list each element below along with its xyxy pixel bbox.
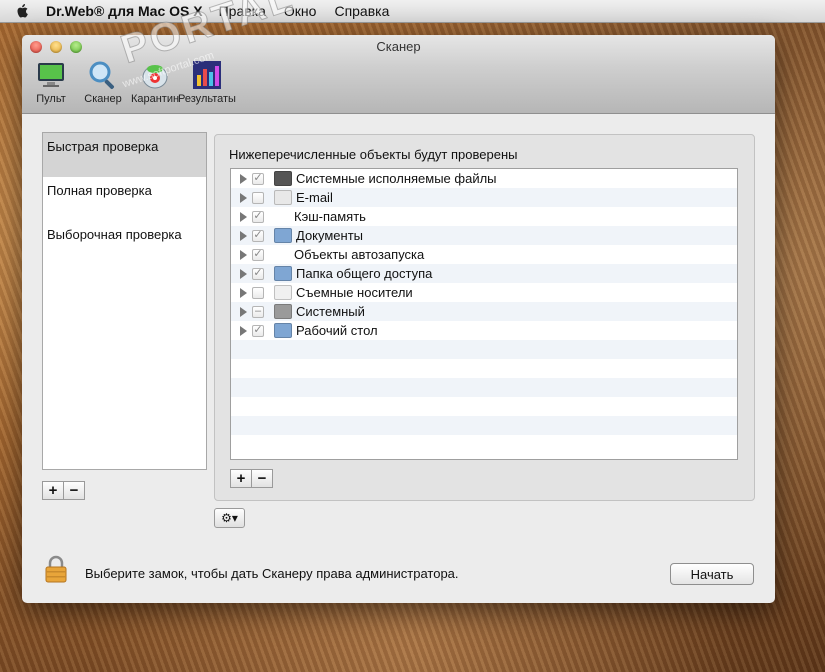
objects-list: ✓ Системные исполняемые файлы E-mail ✓ Кэш-п… [230, 168, 738, 460]
status-message: Выберите замок, чтобы дать Сканеру права… [85, 566, 459, 581]
toolbar-dashboard[interactable]: Пульт [28, 59, 74, 105]
monitor-icon [35, 59, 67, 91]
shared-folder-icon [274, 266, 292, 281]
chart-icon [191, 59, 223, 91]
add-scan-type-button[interactable]: + [42, 481, 64, 500]
object-label: Системный [296, 304, 365, 319]
object-checkbox[interactable]: ✓ [252, 324, 264, 337]
disclosure-triangle-icon[interactable] [240, 211, 247, 222]
blank-icon [274, 248, 290, 261]
object-row[interactable]: ✓ Папка общего доступа [231, 264, 737, 283]
lock-icon[interactable] [44, 555, 68, 583]
mail-icon [274, 190, 292, 205]
titlebar: Сканер Пульт Сканер Карантин Результаты [22, 35, 775, 114]
empty-row [231, 416, 737, 435]
disclosure-triangle-icon[interactable] [240, 306, 247, 317]
window-title: Сканер [376, 39, 421, 54]
object-checkbox[interactable]: ✓ [252, 172, 264, 185]
remove-scan-type-button[interactable]: − [64, 481, 85, 500]
empty-row [231, 378, 737, 397]
menu-help[interactable]: Справка [334, 3, 389, 19]
disclosure-triangle-icon[interactable] [240, 325, 247, 336]
start-button[interactable]: Начать [670, 563, 754, 585]
scan-type-custom[interactable]: Выборочная проверка [43, 221, 206, 265]
object-checkbox[interactable]: – [252, 305, 264, 318]
quarantine-icon [139, 59, 171, 91]
object-row[interactable]: Съемные носители [231, 283, 737, 302]
object-label: Документы [296, 228, 364, 243]
object-label: Объекты автозапуска [294, 247, 425, 262]
toolbar: Пульт Сканер Карантин Результаты [28, 59, 236, 105]
disclosure-triangle-icon[interactable] [240, 173, 247, 184]
scan-type-list: Быстрая проверка Полная проверка Выбороч… [42, 132, 207, 470]
drive-icon [274, 171, 292, 186]
disclosure-triangle-icon[interactable] [240, 268, 247, 279]
disclosure-triangle-icon[interactable] [240, 192, 247, 203]
empty-row [231, 397, 737, 416]
apple-icon[interactable] [14, 2, 32, 20]
objects-heading: Нижеперечисленные объекты будут проверен… [229, 147, 518, 162]
disclosure-triangle-icon[interactable] [240, 249, 247, 260]
object-row[interactable]: ✓ Объекты автозапуска [231, 245, 737, 264]
app-menu[interactable]: Dr.Web® для Mac OS X [46, 3, 203, 19]
object-row[interactable]: ✓ Рабочий стол [231, 321, 737, 340]
objects-panel: Нижеперечисленные объекты будут проверен… [214, 134, 755, 501]
toolbar-scanner-label: Сканер [84, 93, 122, 105]
disclosure-triangle-icon[interactable] [240, 230, 247, 241]
object-checkbox[interactable]: ✓ [252, 229, 264, 242]
disclosure-triangle-icon[interactable] [240, 287, 247, 298]
object-label: Кэш-память [294, 209, 366, 224]
menu-edit[interactable]: Правка [219, 3, 266, 19]
menu-bar: Dr.Web® для Mac OS X Правка Окно Справка [0, 0, 825, 23]
object-row[interactable]: E-mail [231, 188, 737, 207]
object-label: Съемные носители [296, 285, 413, 300]
object-checkbox[interactable]: ✓ [252, 267, 264, 280]
toolbar-results[interactable]: Результаты [178, 59, 236, 105]
object-checkbox[interactable]: ✓ [252, 210, 264, 223]
toolbar-quarantine-label: Карантин [130, 93, 180, 105]
add-object-button[interactable]: + [230, 469, 252, 488]
menu-window[interactable]: Окно [284, 3, 317, 19]
scanner-window: Сканер Пульт Сканер Карантин Результаты … [22, 35, 775, 603]
folder-icon [274, 228, 292, 243]
toolbar-scanner[interactable]: Сканер [80, 59, 126, 105]
magnifier-icon [87, 59, 119, 91]
object-label: Системные исполняемые файлы [296, 171, 497, 186]
object-row[interactable]: ✓ Кэш-память [231, 207, 737, 226]
object-row[interactable]: – Системный [231, 302, 737, 321]
scan-type-full[interactable]: Полная проверка [43, 177, 206, 221]
object-row[interactable]: ✓ Системные исполняемые файлы [231, 169, 737, 188]
remove-object-button[interactable]: − [252, 469, 273, 488]
object-checkbox[interactable] [252, 191, 264, 204]
empty-row [231, 340, 737, 359]
object-label: Рабочий стол [296, 323, 378, 338]
object-checkbox[interactable]: ✓ [252, 248, 264, 261]
object-row[interactable]: ✓ Документы [231, 226, 737, 245]
object-label: Папка общего доступа [296, 266, 433, 281]
object-label: E-mail [296, 190, 333, 205]
toolbar-results-label: Результаты [178, 93, 236, 105]
gear-menu-button[interactable]: ⚙▾ [214, 508, 245, 528]
empty-row [231, 435, 737, 454]
removable-icon [274, 285, 292, 300]
empty-row [231, 359, 737, 378]
scan-type-buttons: + − [42, 481, 85, 500]
hdd-icon [274, 304, 292, 319]
desktop-folder-icon [274, 323, 292, 338]
objects-buttons: + − [230, 469, 273, 488]
toolbar-quarantine[interactable]: Карантин [130, 59, 180, 105]
scan-type-quick[interactable]: Быстрая проверка [43, 133, 206, 177]
blank-icon [274, 210, 290, 223]
gear-icon: ⚙▾ [221, 511, 238, 525]
toolbar-dashboard-label: Пульт [36, 93, 66, 105]
object-checkbox[interactable] [252, 286, 264, 299]
